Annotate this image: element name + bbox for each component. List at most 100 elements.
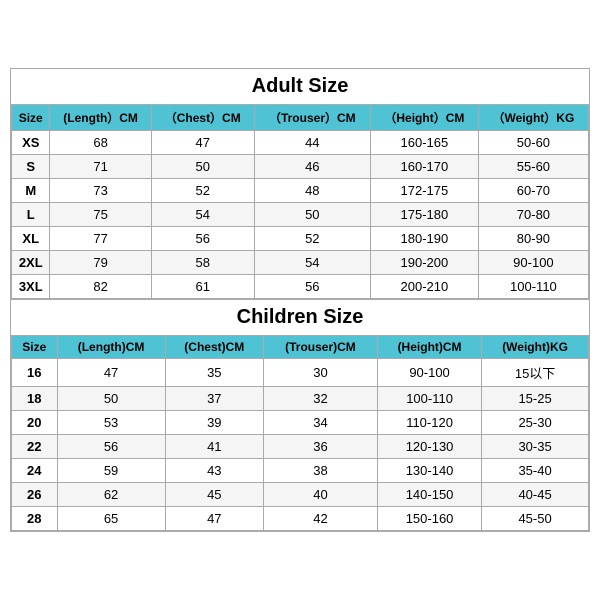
table-cell: XL	[12, 227, 50, 251]
table-cell: 160-170	[370, 155, 478, 179]
children-col-header: Size	[12, 336, 58, 359]
table-row: L755450175-18070-80	[12, 203, 589, 227]
children-col-header: (Length)CM	[57, 336, 165, 359]
table-row: XL775652180-19080-90	[12, 227, 589, 251]
table-cell: S	[12, 155, 50, 179]
table-row: S715046160-17055-60	[12, 155, 589, 179]
table-cell: 46	[254, 155, 370, 179]
table-cell: 56	[151, 227, 254, 251]
table-cell: 50	[254, 203, 370, 227]
table-cell: 52	[254, 227, 370, 251]
table-cell: 32	[263, 387, 377, 411]
table-cell: 35	[165, 359, 263, 387]
adult-col-header: （Chest）CM	[151, 105, 254, 131]
adult-size-title: Adult Size	[11, 69, 589, 104]
table-cell: 65	[57, 507, 165, 531]
table-cell: 140-150	[377, 483, 481, 507]
table-cell: 60-70	[478, 179, 588, 203]
table-cell: 62	[57, 483, 165, 507]
children-col-header: (Weight)KG	[482, 336, 589, 359]
table-cell: 56	[57, 435, 165, 459]
table-row: 20533934110-12025-30	[12, 411, 589, 435]
table-cell: 77	[50, 227, 151, 251]
table-cell: 35-40	[482, 459, 589, 483]
table-cell: 56	[254, 275, 370, 299]
table-cell: 47	[57, 359, 165, 387]
table-cell: 54	[151, 203, 254, 227]
table-cell: 172-175	[370, 179, 478, 203]
table-row: 18503732100-11015-25	[12, 387, 589, 411]
table-cell: 36	[263, 435, 377, 459]
table-cell: 52	[151, 179, 254, 203]
table-cell: 175-180	[370, 203, 478, 227]
table-cell: 30-35	[482, 435, 589, 459]
table-cell: 2XL	[12, 251, 50, 275]
table-cell: 130-140	[377, 459, 481, 483]
table-row: 3XL826156200-210100-110	[12, 275, 589, 299]
table-cell: 44	[254, 131, 370, 155]
table-cell: 55-60	[478, 155, 588, 179]
table-cell: 59	[57, 459, 165, 483]
table-cell: M	[12, 179, 50, 203]
children-size-title: Children Size	[11, 299, 589, 335]
table-cell: 28	[12, 507, 58, 531]
table-cell: 80-90	[478, 227, 588, 251]
table-row: 1647353090-10015以下	[12, 359, 589, 387]
table-cell: 160-165	[370, 131, 478, 155]
table-cell: 15-25	[482, 387, 589, 411]
table-cell: 200-210	[370, 275, 478, 299]
table-row: 2XL795854190-20090-100	[12, 251, 589, 275]
table-cell: 39	[165, 411, 263, 435]
table-row: XS684744160-16550-60	[12, 131, 589, 155]
adult-table-body: XS684744160-16550-60S715046160-17055-60M…	[12, 131, 589, 299]
table-cell: 73	[50, 179, 151, 203]
adult-size-table: Size(Length）CM（Chest）CM（Trouser）CM（Heigh…	[11, 104, 589, 299]
table-cell: 110-120	[377, 411, 481, 435]
table-cell: 30	[263, 359, 377, 387]
table-cell: 42	[263, 507, 377, 531]
table-cell: 38	[263, 459, 377, 483]
table-cell: 90-100	[377, 359, 481, 387]
table-cell: 25-30	[482, 411, 589, 435]
adult-header-row: Size(Length）CM（Chest）CM（Trouser）CM（Heigh…	[12, 105, 589, 131]
table-cell: 34	[263, 411, 377, 435]
table-cell: 50	[151, 155, 254, 179]
children-table-body: 1647353090-10015以下18503732100-11015-2520…	[12, 359, 589, 531]
table-cell: 90-100	[478, 251, 588, 275]
table-cell: L	[12, 203, 50, 227]
adult-col-header: (Length）CM	[50, 105, 151, 131]
table-row: 24594338130-14035-40	[12, 459, 589, 483]
table-cell: 68	[50, 131, 151, 155]
table-cell: 22	[12, 435, 58, 459]
table-cell: 24	[12, 459, 58, 483]
table-cell: 100-110	[377, 387, 481, 411]
table-cell: 50	[57, 387, 165, 411]
adult-col-header: （Trouser）CM	[254, 105, 370, 131]
table-cell: 45	[165, 483, 263, 507]
table-cell: 53	[57, 411, 165, 435]
table-cell: 100-110	[478, 275, 588, 299]
children-header-row: Size(Length)CM(Chest)CM(Trouser)CM(Heigh…	[12, 336, 589, 359]
table-cell: 82	[50, 275, 151, 299]
table-cell: 54	[254, 251, 370, 275]
table-cell: 71	[50, 155, 151, 179]
table-cell: 70-80	[478, 203, 588, 227]
table-cell: 47	[165, 507, 263, 531]
table-cell: 40-45	[482, 483, 589, 507]
table-cell: 180-190	[370, 227, 478, 251]
table-cell: 190-200	[370, 251, 478, 275]
table-row: 26624540140-15040-45	[12, 483, 589, 507]
table-cell: 3XL	[12, 275, 50, 299]
table-cell: 61	[151, 275, 254, 299]
table-cell: 58	[151, 251, 254, 275]
table-cell: 120-130	[377, 435, 481, 459]
table-cell: 41	[165, 435, 263, 459]
table-cell: 75	[50, 203, 151, 227]
size-chart: Adult Size Size(Length）CM（Chest）CM（Trous…	[10, 68, 590, 532]
table-cell: XS	[12, 131, 50, 155]
table-cell: 15以下	[482, 359, 589, 387]
table-cell: 20	[12, 411, 58, 435]
adult-col-header: Size	[12, 105, 50, 131]
table-cell: 16	[12, 359, 58, 387]
table-row: 28654742150-16045-50	[12, 507, 589, 531]
